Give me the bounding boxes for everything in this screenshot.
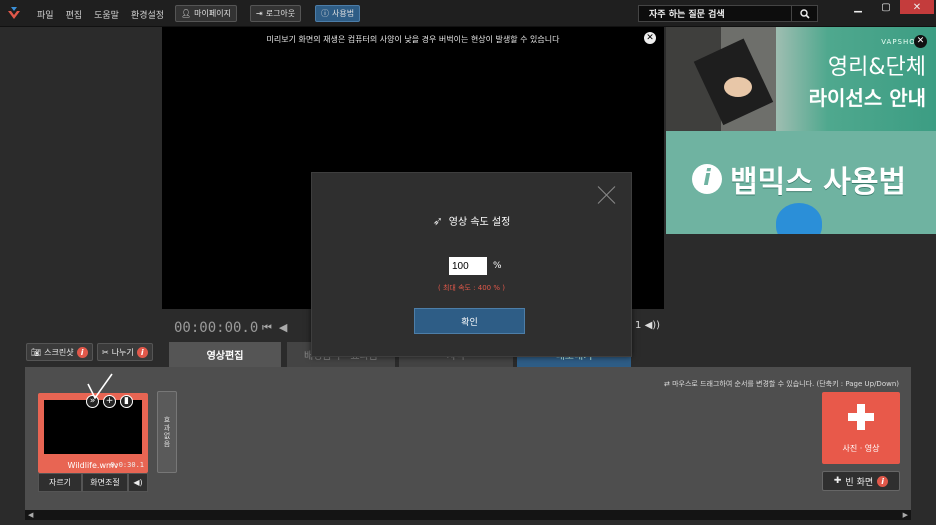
- timeline[interactable]: ⇄ 마우스로 드래그하여 순서를 변경할 수 있습니다. (단축키 : Page…: [25, 367, 911, 510]
- info-icon: ⓘ: [321, 9, 329, 18]
- skip-start-icon[interactable]: ⏮: [262, 321, 272, 335]
- menu-bar: 파일 편집 도움말 환경설정: [37, 8, 164, 21]
- license-ad-banner[interactable]: VAPSHON 영리&단체 라이선스 안내 ✕: [666, 27, 936, 131]
- clip-buttons: 자르기 화면조절 ◀): [38, 473, 148, 492]
- volume-control[interactable]: 1 ◀)): [635, 320, 660, 331]
- logout-button[interactable]: ⇥ 로그아웃: [250, 5, 302, 22]
- close-window-icon[interactable]: ✕: [900, 0, 934, 14]
- scroll-right-icon[interactable]: ▶: [903, 511, 908, 519]
- player-controls: ⏮ ◀: [262, 321, 287, 335]
- howto-ad-banner[interactable]: i 뱁믹스 사용법: [666, 131, 936, 234]
- timeline-scrollbar[interactable]: ◀ ▶: [25, 510, 911, 520]
- user-icon: 👤︎: [181, 9, 192, 18]
- ad-howto-text: 뱁믹스 사용법: [730, 165, 907, 200]
- ad-line1: 영리&단체: [827, 55, 926, 80]
- blank-screen-button[interactable]: ✚ 빈 화면 i: [822, 471, 900, 491]
- clip-volume-icon[interactable]: ◀): [128, 473, 148, 492]
- menu-settings[interactable]: 환경설정: [131, 8, 164, 21]
- runner-icon: ➶: [432, 213, 443, 228]
- scissors-icon: ✂: [102, 347, 109, 357]
- split-button[interactable]: ✂ 나누기 i: [97, 343, 153, 361]
- max-speed-note: ( 최대 속도 : 400 % ): [438, 284, 505, 292]
- close-preview-icon[interactable]: ✕: [644, 32, 656, 44]
- resize-button[interactable]: 화면조절: [82, 473, 128, 492]
- add-media-button[interactable]: 사진 · 영상: [822, 392, 900, 464]
- ad-line2: 라이선스 안내: [808, 86, 926, 110]
- clip-thumbnail: [44, 400, 142, 454]
- speaker-icon: ◀)): [644, 320, 661, 331]
- trim-button[interactable]: 자르기: [38, 473, 82, 492]
- title-bar: 파일 편집 도움말 환경설정 👤︎ 마이페이지 ⇥ 로그아웃 ⓘ 사용법 자주 …: [0, 0, 936, 27]
- speed-settings-dialog: ➶ 영상 속도 설정 % ( 최대 속도 : 400 % ) 확인: [311, 172, 632, 357]
- swap-icon: ⇄: [664, 380, 673, 388]
- info-badge-icon[interactable]: i: [877, 475, 889, 487]
- info-badge-icon[interactable]: i: [76, 346, 88, 358]
- scroll-left-icon[interactable]: ◀: [28, 511, 33, 519]
- mypage-button[interactable]: 👤︎ 마이페이지: [175, 5, 237, 22]
- info-circle-icon: i: [692, 164, 722, 194]
- percent-unit: %: [493, 261, 502, 271]
- confirm-button[interactable]: 확인: [414, 308, 525, 334]
- menu-help[interactable]: 도움말: [94, 8, 119, 21]
- tab-video-edit[interactable]: 영상편집: [169, 342, 281, 367]
- close-icon[interactable]: [597, 185, 617, 205]
- close-ad-icon[interactable]: ✕: [914, 35, 927, 48]
- clip-name: Wildlife.wmv: [67, 461, 119, 470]
- step-back-icon[interactable]: ◀: [279, 321, 287, 335]
- info-badge-icon[interactable]: i: [136, 346, 148, 358]
- handwritten-check-mark: [87, 373, 113, 400]
- logout-icon: ⇥: [256, 9, 263, 18]
- faq-search[interactable]: 자주 하는 질문 검색: [638, 5, 818, 22]
- speed-input[interactable]: [449, 257, 487, 275]
- bird-illustration: [776, 203, 822, 234]
- trash-icon[interactable]: ▮: [120, 395, 133, 408]
- dialog-title: 영상 속도 설정: [448, 217, 511, 228]
- camera-icon: 📷︎: [31, 347, 42, 357]
- preview-note: 미리보기 화면의 재생은 컴퓨터의 사양이 낮을 경우 버벅이는 현상이 발생할…: [266, 35, 560, 44]
- faq-search-label: 자주 하는 질문 검색: [649, 10, 725, 20]
- screenshot-button[interactable]: 📷︎ 스크린샷 i: [26, 343, 93, 361]
- hand-tablet-image: [666, 27, 776, 131]
- timecode: 00:00:00.0: [174, 320, 259, 336]
- search-icon[interactable]: [791, 6, 817, 21]
- menu-file[interactable]: 파일: [37, 8, 54, 21]
- howto-button[interactable]: ⓘ 사용법: [315, 5, 361, 22]
- effect-slot[interactable]: 효과없음: [157, 391, 177, 473]
- minimize-icon[interactable]: ▁: [844, 0, 872, 14]
- maximize-icon[interactable]: ▢: [872, 0, 900, 14]
- video-clip[interactable]: » + ▮ 0:0:30.1 Wildlife.wmv: [38, 393, 148, 473]
- menu-edit[interactable]: 편집: [66, 8, 83, 21]
- app-logo-icon: [8, 7, 20, 19]
- plus-icon: [848, 404, 874, 430]
- reorder-hint: ⇄ 마우스로 드래그하여 순서를 변경할 수 있습니다. (단축키 : Page…: [664, 380, 899, 388]
- plus-icon: ✚: [833, 476, 842, 486]
